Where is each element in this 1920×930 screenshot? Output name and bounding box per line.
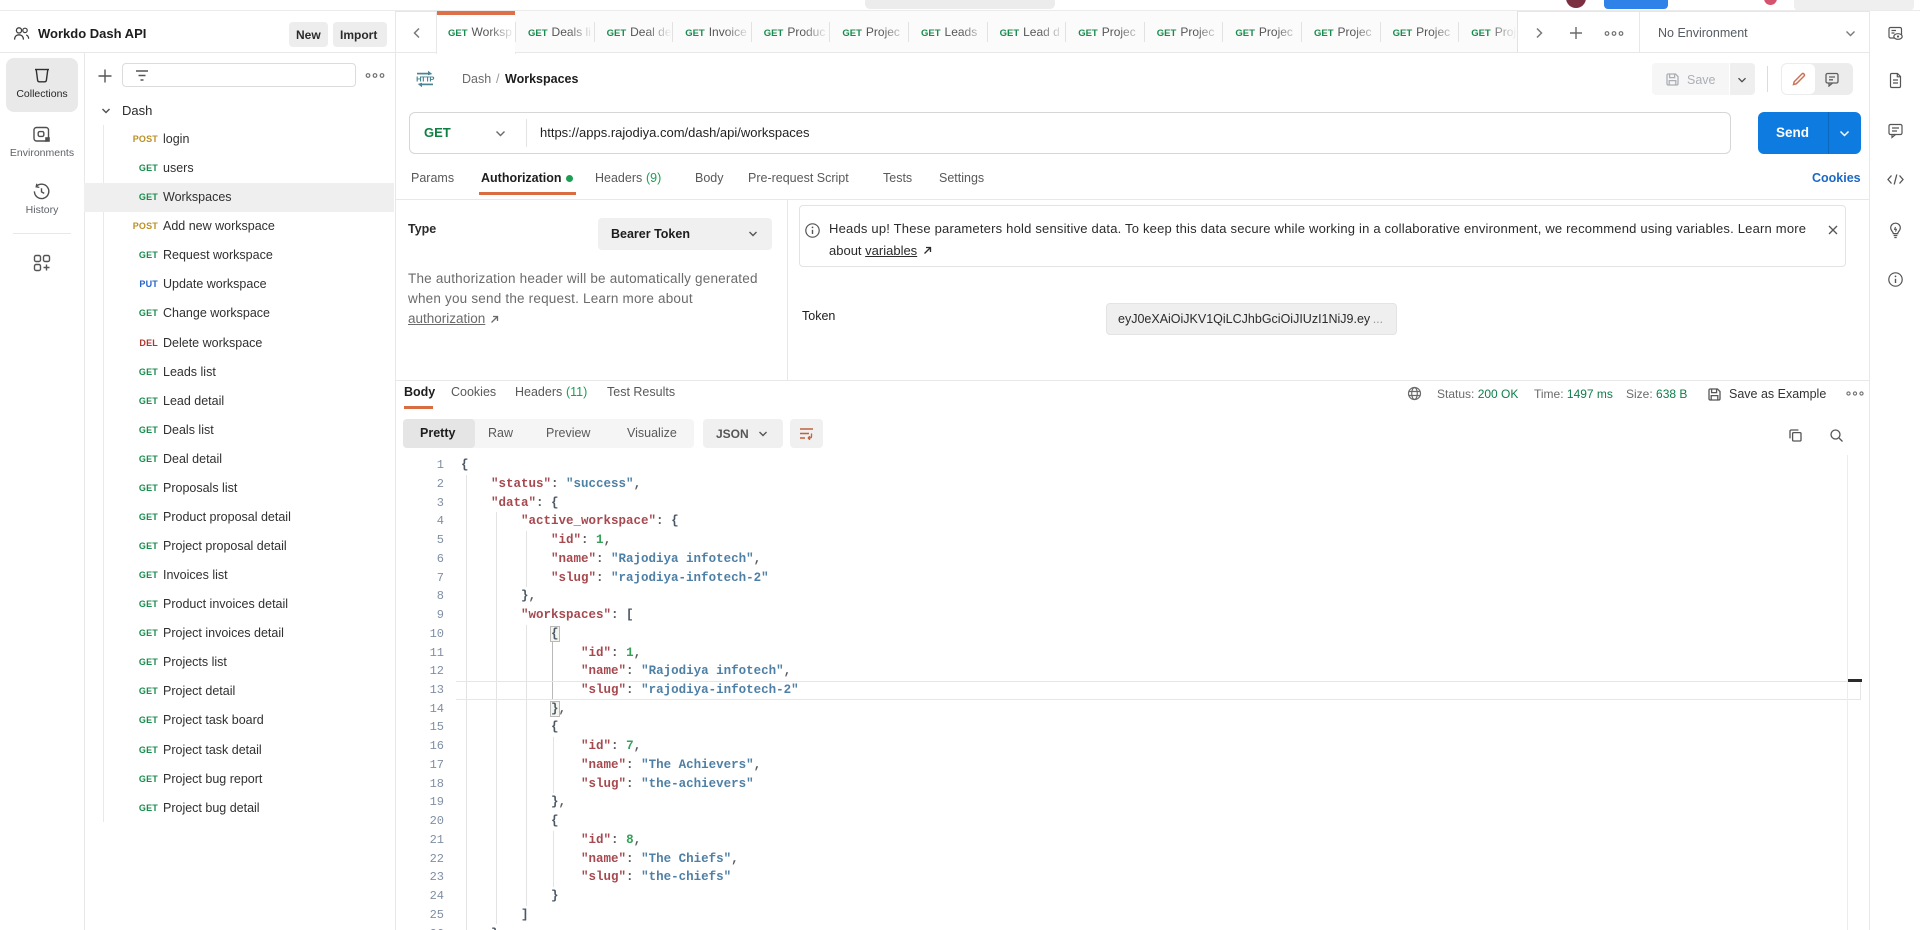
svg-text:HTTP: HTTP [416, 75, 434, 84]
